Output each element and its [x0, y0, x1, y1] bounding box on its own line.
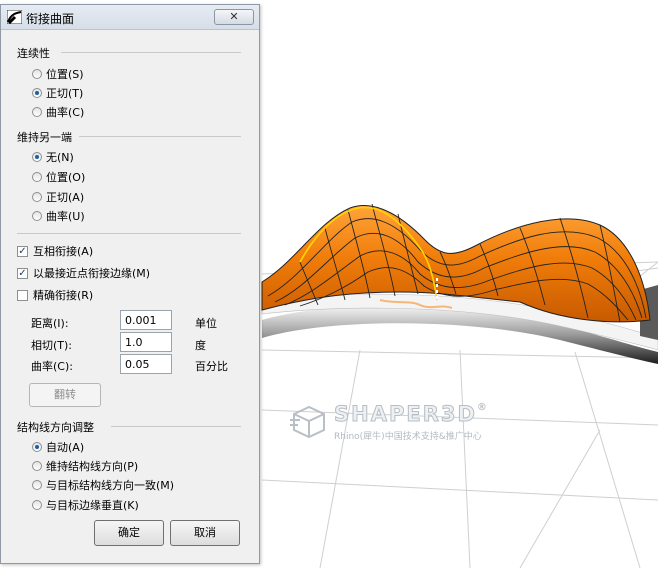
isocurve-preserve-radio[interactable]: 维持结构线方向(P) [17, 458, 138, 474]
radio-icon [32, 211, 42, 221]
maintain-end-divider [79, 136, 241, 137]
isocurve-match-target-radio[interactable]: 与目标结构线方向一致(M) [17, 477, 174, 493]
radio-label: 无(N) [46, 151, 74, 164]
checks-divider [17, 233, 241, 234]
continuity-tangency-radio[interactable]: 正切(T) [17, 85, 83, 101]
maintain-curvature-radio[interactable]: 曲率(U) [17, 208, 85, 224]
match-surface-icon [7, 10, 22, 24]
radio-icon [32, 500, 42, 510]
continuity-curvature-radio[interactable]: 曲率(C) [17, 104, 84, 120]
radio-label: 与目标结构线方向一致(M) [46, 479, 175, 492]
radio-icon [32, 461, 42, 471]
continuity-group-label: 连续性 [17, 47, 50, 60]
continuity-divider [61, 52, 241, 53]
checkbox-label: 精确衔接(R) [33, 289, 94, 302]
radio-label: 曲率(U) [46, 210, 85, 223]
maintain-end-group-label: 维持另一端 [17, 131, 72, 144]
radio-icon [32, 192, 42, 202]
maintain-none-radio[interactable]: 无(N) [17, 149, 74, 165]
radio-icon [32, 107, 42, 117]
radio-selected-icon [32, 88, 42, 98]
isocurve-auto-radio[interactable]: 自动(A) [17, 439, 84, 455]
watermark-brand: SHAPER3D® [334, 402, 489, 427]
radio-label: 与目标边缘垂直(K) [46, 499, 139, 512]
radio-label: 正切(T) [46, 87, 84, 100]
distance-input[interactable] [120, 310, 172, 330]
checkbox-label: 互相衔接(A) [33, 245, 94, 258]
curvature-input[interactable] [120, 354, 172, 374]
checkbox-label: 以最接近点衔接边缘(M) [33, 267, 151, 280]
flip-button[interactable]: 翻转 [29, 383, 101, 407]
watermark-tagline: Rhino(犀牛)中国技术支持&推广中心 [334, 432, 482, 442]
isocurve-group-label: 结构线方向调整 [17, 421, 94, 434]
tangency-unit: 度 [195, 339, 206, 352]
radio-label: 位置(O) [46, 171, 86, 184]
match-closest-point-checkbox[interactable]: ✓ 以最接近点衔接边缘(M) [17, 265, 150, 281]
checkbox-checked-icon: ✓ [17, 267, 28, 279]
tangency-input[interactable] [120, 332, 172, 352]
curvature-label: 曲率(C): [31, 360, 73, 373]
ok-button[interactable]: 确定 [94, 520, 164, 546]
radio-icon [32, 69, 42, 79]
curvature-unit: 百分比 [195, 360, 228, 373]
maintain-position-radio[interactable]: 位置(O) [17, 169, 85, 185]
radio-icon [32, 172, 42, 182]
isocurve-perpendicular-radio[interactable]: 与目标边缘垂直(K) [17, 497, 139, 513]
checkbox-checked-icon: ✓ [17, 245, 28, 257]
close-icon: ✕ [229, 10, 239, 23]
cancel-button[interactable]: 取消 [170, 520, 240, 546]
dialog-titlebar[interactable]: 衔接曲面 ✕ [1, 5, 259, 30]
radio-label: 曲率(C) [46, 106, 85, 119]
isocurve-divider [111, 426, 241, 427]
radio-selected-icon [32, 442, 42, 452]
checkbox-unchecked-icon [17, 289, 28, 301]
tangency-label: 相切(T): [31, 339, 73, 352]
dialog-title: 衔接曲面 [26, 12, 75, 26]
match-surface-dialog: 衔接曲面 ✕ 连续性 位置(S) 正切(T) 曲率(C) 维持另一端 无(N) … [0, 4, 260, 564]
radio-icon [32, 480, 42, 490]
continuity-position-radio[interactable]: 位置(S) [17, 66, 84, 82]
maintain-tangency-radio[interactable]: 正切(A) [17, 189, 84, 205]
radio-label: 维持结构线方向(P) [46, 460, 139, 473]
radio-selected-icon [32, 152, 42, 162]
refine-match-checkbox[interactable]: 精确衔接(R) [17, 287, 93, 303]
match-edges-mutually-checkbox[interactable]: ✓ 互相衔接(A) [17, 243, 93, 259]
close-button[interactable]: ✕ [214, 9, 254, 25]
watermark: SHAPER3D® Rhino(犀牛)中国技术支持&推广中心 [290, 402, 520, 446]
distance-label: 距离(I): [31, 317, 69, 330]
radio-label: 自动(A) [46, 441, 85, 454]
shaper3d-logo-icon [290, 405, 325, 439]
distance-unit: 单位 [195, 317, 217, 330]
radio-label: 正切(A) [46, 191, 85, 204]
radio-label: 位置(S) [46, 68, 84, 81]
